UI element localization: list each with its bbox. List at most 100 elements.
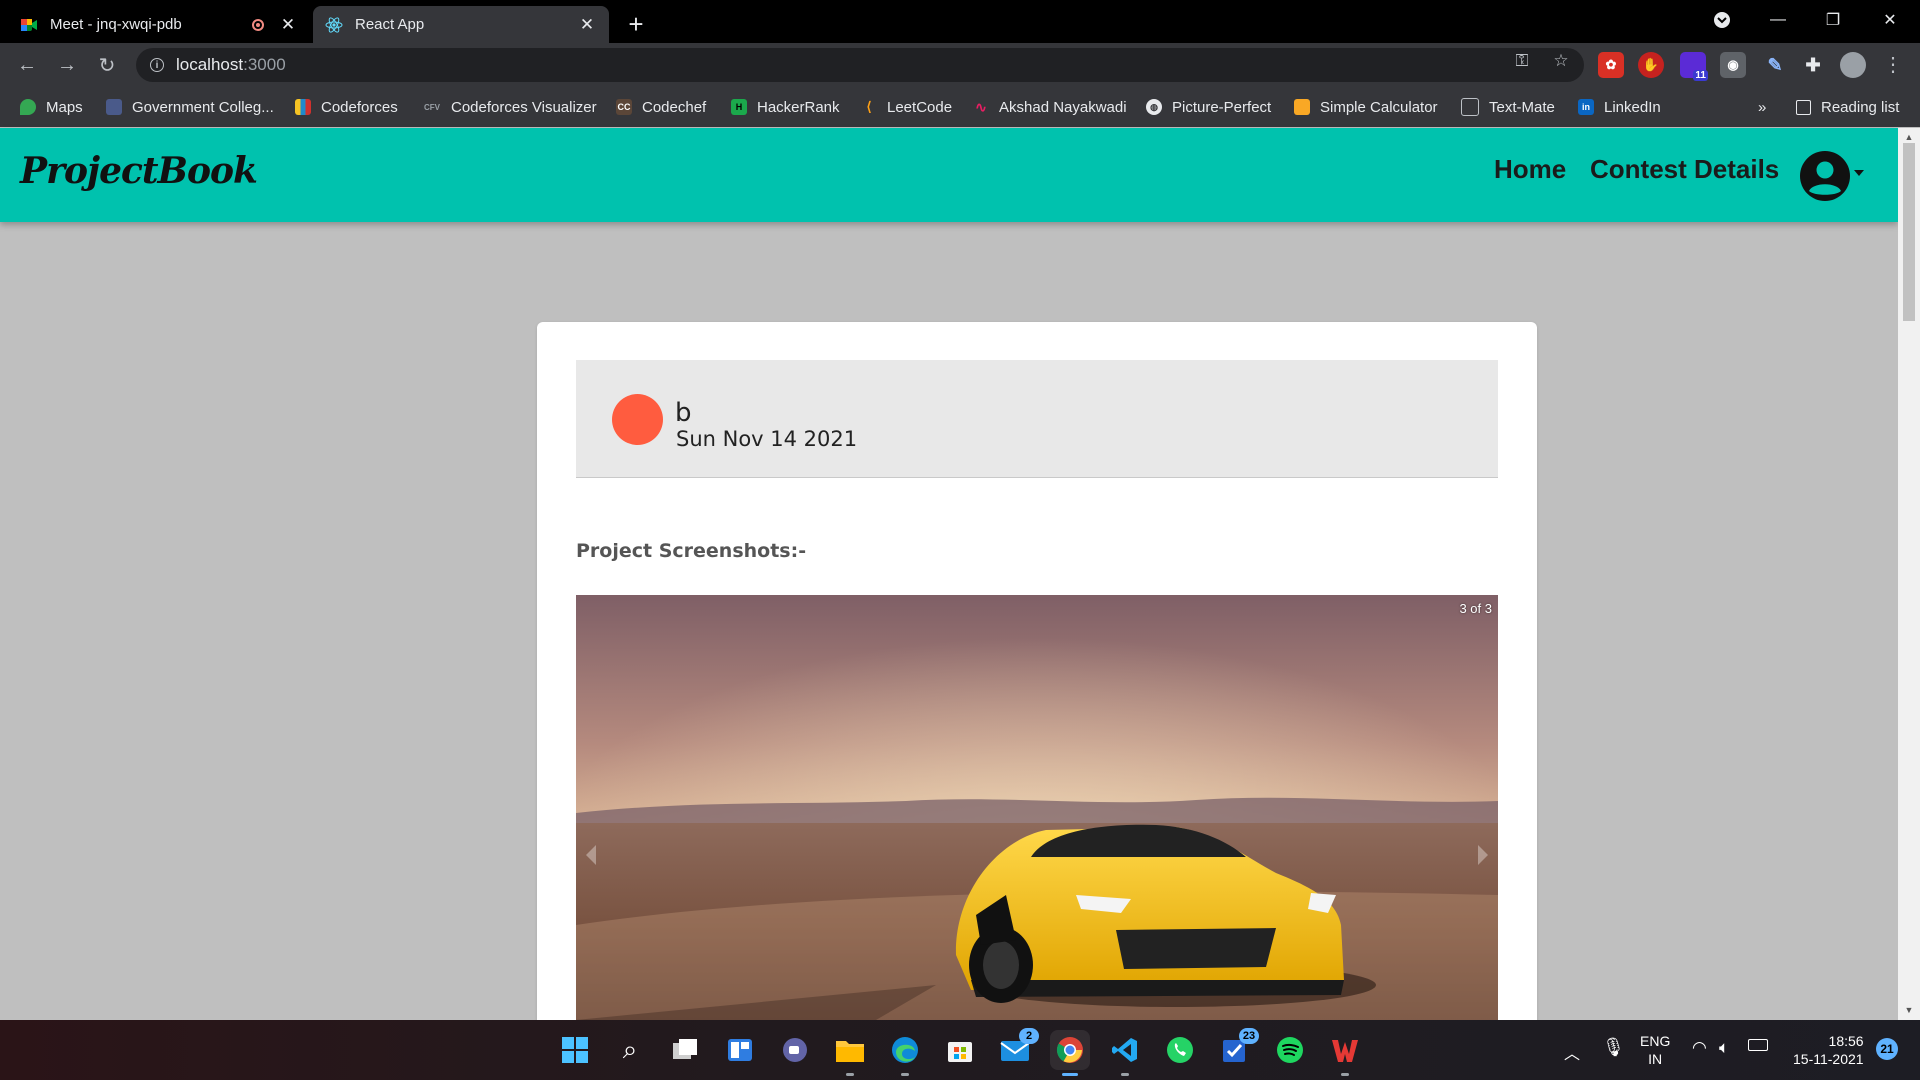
battery-icon[interactable] (1748, 1039, 1768, 1051)
spotify-icon[interactable] (1270, 1030, 1310, 1070)
bookmark-picture-perfect[interactable]: ◍ Picture-Perfect (1146, 95, 1271, 119)
bookmark-label: Simple Calculator (1320, 98, 1438, 116)
reading-list-button[interactable]: Reading list (1796, 95, 1899, 119)
tab-title: React App (355, 16, 425, 33)
edge-browser-icon[interactable] (885, 1030, 925, 1076)
bookmark-leetcode[interactable]: ⟨ LeetCode (861, 95, 952, 119)
region-code: IN (1648, 1051, 1663, 1067)
app-navbar: ProjectBook Home Contest Details (0, 128, 1898, 222)
scroll-up-arrow-icon[interactable]: ▲ (1903, 131, 1915, 143)
author-avatar (612, 394, 663, 445)
windows-start-icon[interactable] (555, 1030, 595, 1070)
scroll-down-arrow-icon[interactable]: ▼ (1903, 1004, 1915, 1016)
project-screenshots-heading: Project Screenshots:- (576, 540, 807, 562)
minimize-button[interactable]: ― (1756, 5, 1800, 35)
extension-badge-icon[interactable]: 11 (1680, 52, 1708, 81)
bookmark-codeforces[interactable]: Codeforces (295, 95, 398, 119)
wifi-icon[interactable]: ◠ (1692, 1038, 1707, 1058)
chrome-menu-icon[interactable]: ⋮ (1883, 54, 1903, 76)
reload-button[interactable]: ↻ (90, 48, 124, 82)
close-tab-icon[interactable]: ✕ (278, 15, 298, 35)
bookmark-maps[interactable]: Maps (20, 95, 83, 119)
bookmark-codechef[interactable]: CC Codechef (616, 95, 706, 119)
new-tab-button[interactable]: + (620, 8, 652, 40)
bookmark-label: LinkedIn (1604, 98, 1661, 116)
microphone-icon[interactable]: 🎙︎ (1602, 1037, 1625, 1058)
extensions-puzzle-icon[interactable]: ✚ (1800, 52, 1826, 78)
clock-time: 18:56 (1828, 1033, 1864, 1049)
forward-button[interactable]: → (50, 48, 84, 82)
brand-logo[interactable]: ProjectBook (20, 150, 258, 192)
account-dropdown-caret-icon[interactable] (1854, 170, 1864, 176)
notifications-badge[interactable]: 21 (1876, 1038, 1898, 1060)
cfv-icon: CFV (424, 102, 440, 112)
extension-icon[interactable]: ✿ (1598, 52, 1624, 78)
clock[interactable]: 18:56 15-11-2021 (1793, 1032, 1864, 1068)
nav-home-link[interactable]: Home (1494, 154, 1566, 185)
mail-icon[interactable]: 2 (995, 1028, 1039, 1070)
show-hidden-icons-chevron-icon[interactable]: ︿ (1564, 1040, 1580, 1064)
bookmark-linkedin[interactable]: in LinkedIn (1578, 95, 1661, 119)
bookmark-government-college[interactable]: Government Colleg... (106, 95, 274, 119)
url-port: :3000 (243, 55, 286, 74)
carousel-next-arrow-icon[interactable] (1478, 845, 1488, 865)
user-account-icon[interactable] (1800, 151, 1850, 201)
wps-office-icon[interactable] (1325, 1030, 1365, 1076)
text-mate-icon (1461, 98, 1479, 116)
bookmark-label: Codechef (642, 98, 707, 116)
pen-extension-icon[interactable]: ✎ (1762, 52, 1788, 78)
whatsapp-icon[interactable] (1160, 1030, 1200, 1070)
college-logo-icon (106, 99, 122, 115)
hackerrank-icon: H (731, 99, 747, 115)
recording-icon (252, 18, 264, 31)
close-tab-icon[interactable]: ✕ (577, 15, 597, 35)
browser-toolbar: ← → ↻ i localhost:3000 ⚿ ☆ ✿ ✋ 11 ◉ ✎ ✚ … (0, 43, 1920, 87)
task-view-icon[interactable] (665, 1030, 705, 1070)
bookmark-simple-calculator[interactable]: Simple Calculator (1294, 95, 1438, 119)
tab-react-app[interactable]: React App ✕ (313, 6, 609, 43)
mail-badge: 2 (1019, 1028, 1039, 1044)
search-icon[interactable]: ⌕ (610, 1030, 650, 1070)
bookmark-label: Maps (46, 98, 83, 116)
adblock-extension-icon[interactable]: ✋ (1638, 52, 1664, 78)
site-info-icon[interactable]: i (150, 58, 164, 72)
tab-title: Meet - jnq-xwqi-pdb (50, 16, 182, 33)
bookmark-label: Akshad Nayakwadi (999, 98, 1127, 116)
vscode-icon[interactable] (1105, 1030, 1145, 1076)
post-header (576, 360, 1498, 478)
profile-avatar[interactable] (1840, 52, 1866, 78)
tab-google-meet[interactable]: Meet - jnq-xwqi-pdb ✕ (8, 6, 310, 43)
teams-chat-icon[interactable] (775, 1030, 815, 1070)
google-meet-icon (21, 18, 37, 31)
bookmarks-bar: Maps Government Colleg... Codeforces CFV… (0, 87, 1920, 127)
nav-contest-details-link[interactable]: Contest Details (1590, 154, 1779, 185)
address-bar[interactable]: i localhost:3000 (136, 48, 1584, 82)
back-button[interactable]: ← (10, 48, 44, 82)
close-window-button[interactable]: ✕ (1868, 5, 1912, 35)
file-explorer-icon[interactable] (830, 1030, 870, 1076)
scroll-thumb[interactable] (1903, 143, 1915, 321)
bookmark-text-mate[interactable]: Text-Mate (1461, 95, 1555, 119)
microsoft-todo-icon[interactable]: 23 (1215, 1028, 1259, 1070)
bookmark-akshad-nayakwadi[interactable]: ∿ Akshad Nayakwadi (973, 95, 1127, 119)
microsoft-store-icon[interactable] (940, 1030, 980, 1070)
bookmarks-overflow-button[interactable]: » (1758, 95, 1766, 119)
chrome-taskbar-icon[interactable] (1050, 1030, 1090, 1076)
running-indicator (1341, 1073, 1349, 1076)
camera-extension-icon[interactable]: ◉ (1720, 52, 1746, 78)
password-key-icon[interactable]: ⚿ (1512, 51, 1532, 71)
screenshot-carousel[interactable]: 3 of 3 (576, 595, 1498, 1020)
bookmark-hackerrank[interactable]: H HackerRank (731, 95, 840, 119)
tab-search-button[interactable] (1700, 5, 1744, 35)
carousel-prev-arrow-icon[interactable] (586, 845, 596, 865)
restore-button[interactable]: ❐ (1811, 5, 1855, 35)
overflow-chevron-icon: » (1758, 98, 1767, 116)
volume-icon[interactable]: 🔈︎ (1719, 1038, 1729, 1058)
bookmark-label: HackerRank (757, 98, 840, 116)
running-indicator (846, 1073, 854, 1076)
bookmark-codeforces-visualizer[interactable]: CFV Codeforces Visualizer (423, 95, 597, 119)
bookmark-star-icon[interactable]: ☆ (1551, 51, 1571, 71)
bookmark-label: LeetCode (887, 98, 953, 116)
input-language-indicator[interactable]: ENG IN (1640, 1032, 1670, 1068)
widgets-icon[interactable] (720, 1030, 760, 1070)
